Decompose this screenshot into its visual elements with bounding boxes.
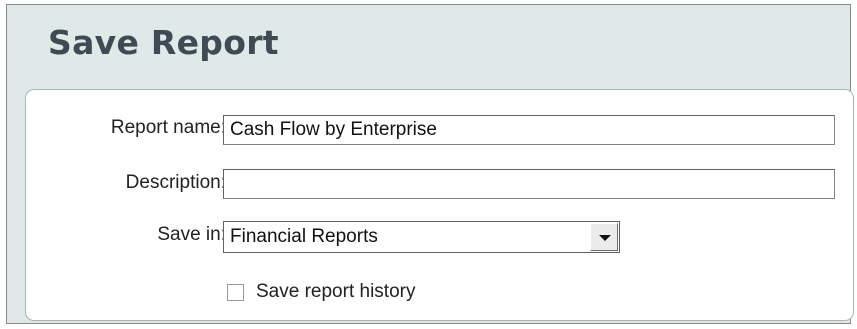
description-label: Description: xyxy=(125,172,226,193)
save-history-label[interactable]: Save report history xyxy=(256,281,415,303)
save-report-dialog: Save Report Report name: Cash Flow by En… xyxy=(6,4,854,324)
save-history-checkbox[interactable] xyxy=(227,284,244,301)
save-in-label: Save in: xyxy=(157,224,226,245)
report-name-input[interactable]: Cash Flow by Enterprise xyxy=(223,115,835,145)
report-name-label: Report name: xyxy=(110,117,226,138)
save-in-dropdown[interactable]: Financial Reports xyxy=(223,221,620,253)
chevron-down-icon xyxy=(599,235,611,241)
save-in-selected-value: Financial Reports xyxy=(230,226,378,247)
form-panel: Report name: Cash Flow by Enterprise Des… xyxy=(25,89,854,321)
dialog-title: Save Report xyxy=(48,23,279,62)
dropdown-button[interactable] xyxy=(590,223,618,251)
description-input[interactable] xyxy=(223,169,835,199)
